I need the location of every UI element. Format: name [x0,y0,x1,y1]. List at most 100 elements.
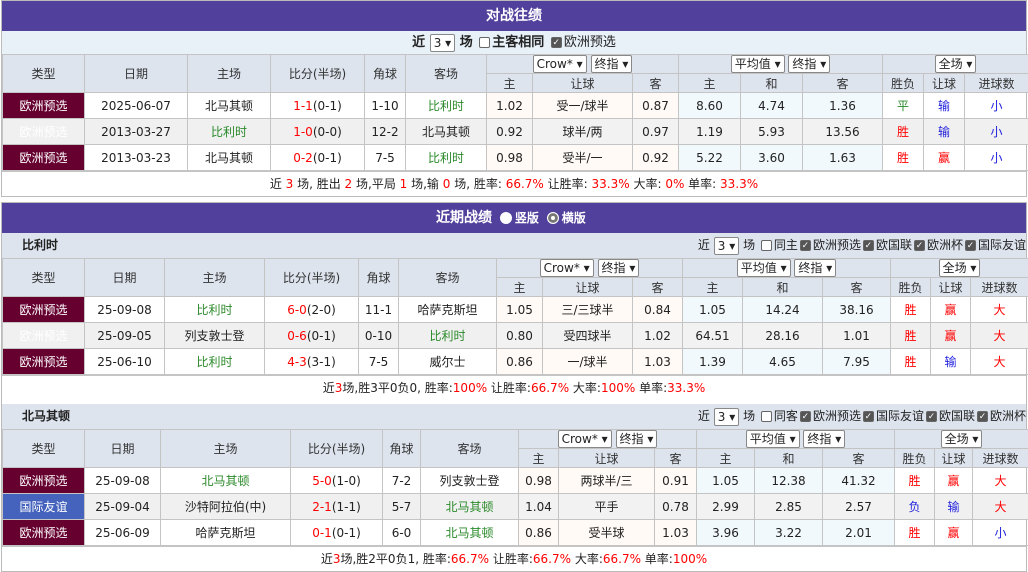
eu-type-select[interactable]: 终指 ▾ [788,55,830,73]
match-score[interactable]: 0-1(0-1) [291,520,383,546]
home-team-link[interactable]: 比利时 [165,297,265,323]
competition-checkbox[interactable]: ✓ [965,240,976,251]
competition-checkbox[interactable]: ✓ [863,411,874,422]
recent-section: 近期战绩 竖版 横版 比利时近 3 ▾ 场 同主✓欧洲预选✓欧国联✓欧洲杯✓国际… [1,202,1027,572]
result-hc: 输 [924,119,965,145]
ah-company-select[interactable]: Crow* ▾ [540,259,594,277]
match-count-select[interactable]: 3 ▾ [430,34,455,52]
match-date: 25-09-08 [85,468,161,494]
full-score: 5-0 [312,474,332,488]
eu-d-odds: 3.22 [755,520,823,546]
home-team-link[interactable]: 北马其顿 [188,145,271,171]
ah-company-select[interactable]: Crow* ▾ [558,430,612,448]
match-score[interactable]: 1-1(0-1) [271,93,365,119]
same-venue-label: 同客 [774,409,798,423]
ah-company-select[interactable]: Crow* ▾ [533,55,587,73]
away-team-link[interactable]: 威尔士 [399,349,497,375]
header-eu-a: 客 [823,449,895,468]
match-score[interactable]: 2-1(1-1) [291,494,383,520]
horizontal-radio[interactable] [547,212,559,224]
summary-part: 66.7% [506,177,544,191]
away-team-link[interactable]: 哈萨克斯坦 [399,297,497,323]
ah-a-odds: 0.97 [633,119,679,145]
ah-type-select[interactable]: 终指 ▾ [598,259,640,277]
eu-type-select[interactable]: 终指 ▾ [803,430,845,448]
home-team-link[interactable]: 比利时 [188,119,271,145]
match-score[interactable]: 0-2(0-1) [271,145,365,171]
away-team-link[interactable]: 列支敦士登 [421,468,519,494]
recent-title: 近期战绩 [436,210,492,226]
eu-company-select[interactable]: 平均值 ▾ [731,55,785,73]
match-score[interactable]: 5-0(1-0) [291,468,383,494]
competition-checkbox[interactable]: ✓ [800,411,811,422]
competition-checkbox[interactable]: ✓ [977,411,988,422]
ah-type-select[interactable]: 终指 ▾ [591,55,633,73]
same-home-away-checkbox[interactable] [479,37,490,48]
match-row: 国际友谊25-09-04沙特阿拉伯(中)2-1(1-1)5-7北马其顿1.04平… [3,494,1028,520]
summary-part: 场,输 [407,177,442,191]
header-eu-h: 主 [697,449,755,468]
competition-checkbox[interactable]: ✓ [914,240,925,251]
header-hc: 让球 [931,278,971,297]
match-type: 欧洲预选 [3,119,85,145]
competition-label: 欧洲预选 [813,409,861,423]
half-score: (2-0) [307,303,336,317]
euro-qual-label: 欧洲预选 [564,35,616,50]
ah-a-odds: 0.87 [633,93,679,119]
match-score[interactable]: 4-3(3-1) [265,349,359,375]
away-team-link[interactable]: 北马其顿 [421,520,519,546]
eu-d-odds: 12.38 [755,468,823,494]
home-team-link[interactable]: 北马其顿 [161,468,291,494]
match-count-select[interactable]: 3 ▾ [714,237,739,255]
eu-company-select[interactable]: 平均值 ▾ [746,430,800,448]
eu-company-select[interactable]: 平均值 ▾ [737,259,791,277]
header-wl: 胜负 [895,449,935,468]
eu-a-odds: 13.56 [803,119,883,145]
away-team-link[interactable]: 北马其顿 [421,494,519,520]
eu-type-select[interactable]: 终指 ▾ [794,259,836,277]
h2h-filter: 近 3 ▾ 场 主客相同 ✓欧洲预选 [2,31,1026,54]
competition-label: 欧洲预选 [813,238,861,252]
home-team-link[interactable]: 沙特阿拉伯(中) [161,494,291,520]
away-team-link[interactable]: 北马其顿 [406,119,487,145]
summary-part: 33.3% [667,381,705,395]
match-row: 欧洲预选25-09-08比利时6-0(2-0)11-1哈萨克斯坦1.05三/三球… [3,297,1028,323]
ah-a-odds: 1.03 [633,349,683,375]
result-hc: 输 [935,494,973,520]
ah-type-select[interactable]: 终指 ▾ [616,430,658,448]
header-ou: 进球数 [971,278,1028,297]
away-team-link[interactable]: 比利时 [399,323,497,349]
match-date: 25-06-10 [85,349,165,375]
corner-score: 5-7 [383,494,421,520]
same-venue-checkbox[interactable] [761,411,772,422]
match-score[interactable]: 6-0(2-0) [265,297,359,323]
match-type: 欧洲预选 [3,93,85,119]
match-count-select[interactable]: 3 ▾ [714,408,739,426]
result-period-select[interactable]: 全场 ▾ [939,259,981,277]
header-score: 比分(半场) [265,259,359,297]
header-ah-a: 客 [655,449,697,468]
home-team-link[interactable]: 哈萨克斯坦 [161,520,291,546]
result-hc: 输 [931,349,971,375]
result-ou: 大 [971,323,1028,349]
vertical-radio[interactable] [500,212,512,224]
same-venue-checkbox[interactable] [761,240,772,251]
home-team-link[interactable]: 列支敦士登 [165,323,265,349]
competition-checkbox[interactable]: ✓ [800,240,811,251]
match-score[interactable]: 1-0(0-0) [271,119,365,145]
competition-checkbox[interactable]: ✓ [926,411,937,422]
result-period-select[interactable]: 全场 ▾ [941,430,983,448]
full-score: 1-0 [293,125,313,139]
result-period-select[interactable]: 全场 ▾ [935,55,977,73]
match-row: 欧洲预选25-09-08北马其顿5-0(1-0)7-2列支敦士登0.98两球半/… [3,468,1028,494]
euro-qual-checkbox[interactable]: ✓ [551,37,562,48]
match-score[interactable]: 0-6(0-1) [265,323,359,349]
home-team-link[interactable]: 北马其顿 [188,93,271,119]
home-team-link[interactable]: 比利时 [165,349,265,375]
away-team-link[interactable]: 比利时 [406,145,487,171]
eu-d-odds: 3.60 [741,145,803,171]
match-row: 欧洲预选2013-03-27比利时1-0(0-0)12-2北马其顿0.92球半/… [3,119,1028,145]
header-ah-a: 客 [633,278,683,297]
competition-checkbox[interactable]: ✓ [863,240,874,251]
away-team-link[interactable]: 比利时 [406,93,487,119]
